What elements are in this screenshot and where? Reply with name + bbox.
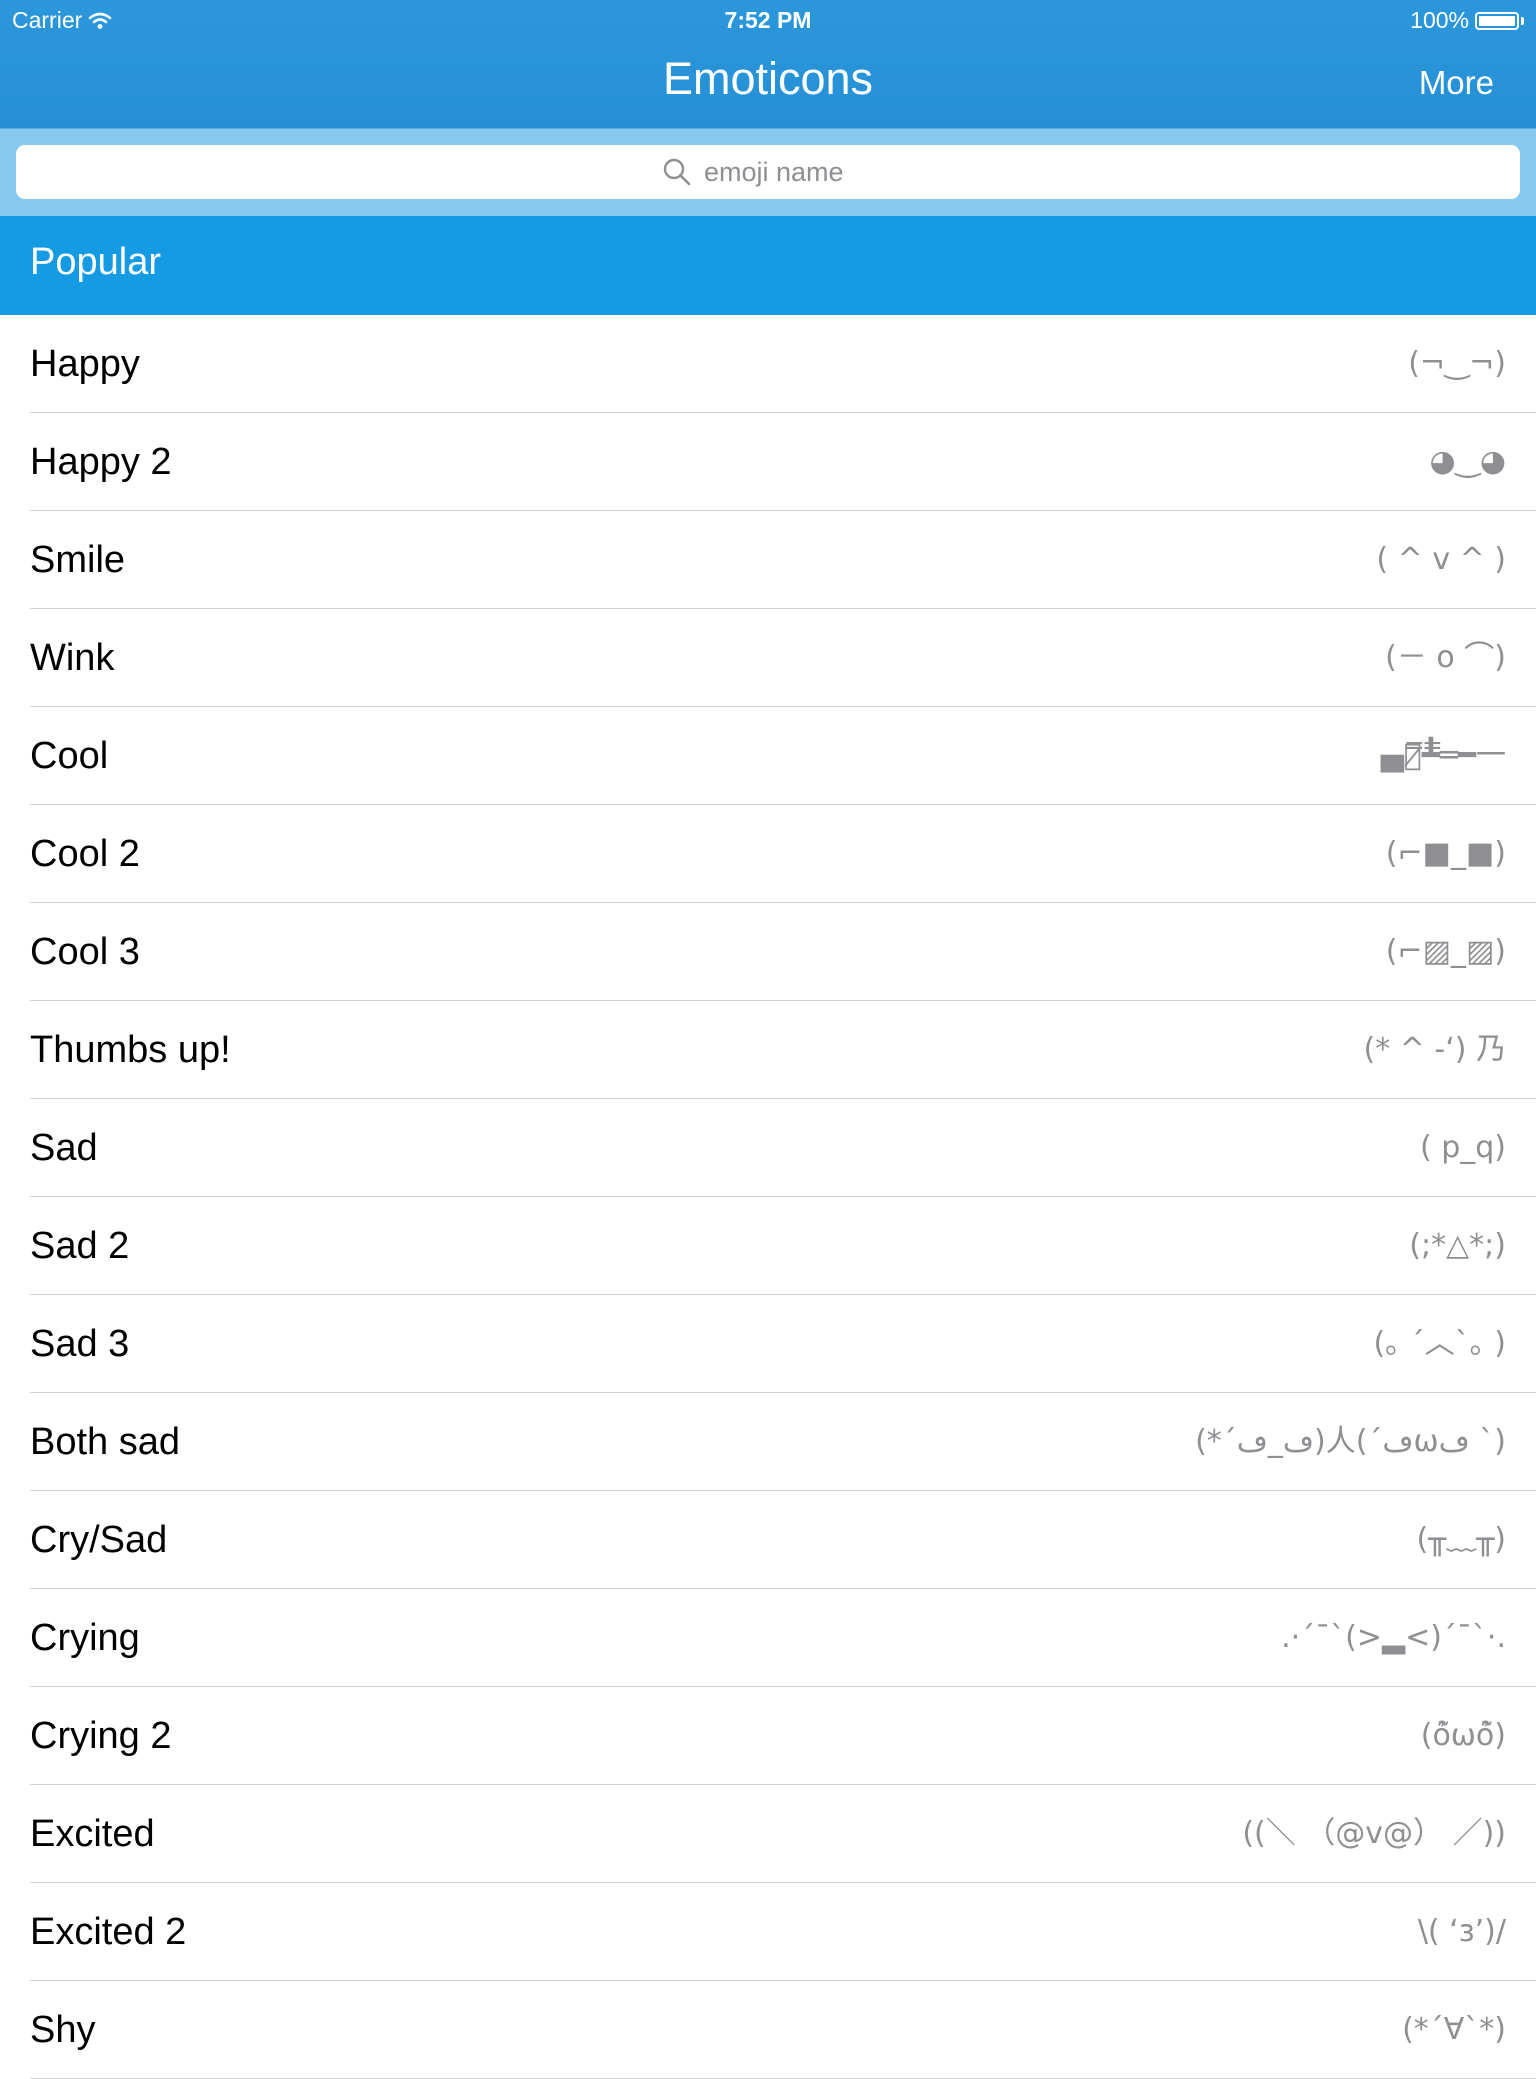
emoticon-name: Shy — [30, 2009, 96, 2051]
emoticon-value: (;*△*;) — [1409, 1228, 1506, 1263]
list-item[interactable]: Excited ((＼ （@v@） ／)) — [0, 1785, 1536, 1883]
emoticon-name: Sad — [30, 1127, 98, 1169]
emoticon-list: Happy (¬‿¬) Happy 2 ◕‿◕ Smile ( ^ v ^ ) Wink (－… — [0, 315, 1536, 2079]
navigation-header: Carrier 7:52 PM 100% Emoticons More — [0, 0, 1536, 128]
search-bar — [0, 128, 1536, 216]
page-title: Emoticons — [662, 53, 874, 104]
emoticon-name: Excited — [30, 1813, 155, 1855]
emoticon-name: Sad 2 — [30, 1225, 130, 1267]
list-item[interactable]: Sad 2 (;*△*;) — [0, 1197, 1536, 1295]
emoticon-value: (ỏ̃ωỏ̃) — [1420, 1718, 1506, 1753]
list-item[interactable]: Cool 3 (⌐▨_▨) — [0, 903, 1536, 1001]
battery-fill — [1479, 15, 1515, 26]
emoticon-name: Happy — [30, 343, 140, 385]
emoticon-value: ( p_q) — [1419, 1130, 1506, 1165]
battery-icon — [1475, 11, 1519, 30]
battery-indicator: 100% — [1410, 7, 1524, 34]
list-item[interactable]: Cool 2 (⌐■_■) — [0, 805, 1536, 903]
list-item[interactable]: Thumbs up! (* ^ -ʻ) 乃 — [0, 1001, 1536, 1099]
list-item[interactable]: Shy (*´∀`*) — [0, 1981, 1536, 2079]
emoticon-value: ( ^ v ^ ) — [1376, 542, 1506, 577]
emoticon-name: Sad 3 — [30, 1323, 130, 1365]
list-item[interactable]: Sad ( p_q) — [0, 1099, 1536, 1197]
search-field[interactable] — [16, 145, 1520, 199]
emoticon-value: ◕‿◕ — [1429, 444, 1506, 479]
status-bar: Carrier 7:52 PM 100% — [0, 0, 1536, 40]
list-item[interactable]: Happy (¬‿¬) — [0, 315, 1536, 413]
more-button[interactable]: More — [1419, 63, 1494, 103]
emoticon-value: ▄︻̷̿┻̿═━一 — [1380, 738, 1506, 773]
emoticon-name: Smile — [30, 539, 126, 581]
emoticon-name: Happy 2 — [30, 441, 172, 483]
emoticon-name: Excited 2 — [30, 1911, 187, 1953]
list-item[interactable]: Wink (－ o ⌒) — [0, 609, 1536, 707]
emoticon-value: (｡ ´︿`｡ ) — [1373, 1326, 1506, 1361]
list-item[interactable]: Smile ( ^ v ^ ) — [0, 511, 1536, 609]
emoticon-name: Both sad — [30, 1421, 180, 1463]
list-item[interactable]: Crying .·´¯`(>▂<)´¯`·. — [0, 1589, 1536, 1687]
list-item[interactable]: Sad 3 (｡ ´︿`｡ ) — [0, 1295, 1536, 1393]
list-item[interactable]: Both sad (*´ڡ_ڡ)人(´ڡωڡ `) — [0, 1393, 1536, 1491]
emoticon-name: Cool 2 — [30, 833, 140, 875]
emoticon-value: ((＼ （@v@） ／)) — [1242, 1816, 1506, 1851]
list-item[interactable]: Excited 2 \( ‘з’)/ — [0, 1883, 1536, 1981]
list-item[interactable]: Crying 2 (ỏ̃ωỏ̃) — [0, 1687, 1536, 1785]
emoticon-value: (⌐▨_▨) — [1385, 934, 1506, 969]
emoticon-value: (⌐■_■) — [1385, 836, 1506, 871]
emoticon-value: (*´∀`*) — [1402, 2012, 1506, 2047]
list-item[interactable]: Cool ▄︻̷̿┻̿═━一 — [0, 707, 1536, 805]
emoticon-value: \( ‘з’)/ — [1417, 1914, 1506, 1949]
emoticon-name: Crying — [30, 1617, 140, 1659]
emoticon-value: (－ o ⌒) — [1385, 640, 1506, 675]
emoticon-value: .·´¯`(>▂<)´¯`·. — [1281, 1620, 1506, 1655]
list-item[interactable]: Happy 2 ◕‿◕ — [0, 413, 1536, 511]
emoticon-value: (¬‿¬) — [1408, 346, 1506, 381]
search-icon — [663, 158, 691, 186]
emoticon-name: Crying 2 — [30, 1715, 172, 1757]
search-input[interactable] — [704, 156, 874, 188]
emoticon-name: Cool — [30, 735, 109, 777]
emoticon-value: (* ^ -ʻ) 乃 — [1363, 1032, 1506, 1067]
emoticon-value: (*´ڡ_ڡ)人(´ڡωڡ `) — [1195, 1424, 1506, 1459]
emoticon-name: Wink — [30, 637, 115, 679]
emoticon-name: Cry/Sad — [30, 1519, 168, 1561]
battery-tip — [1521, 16, 1524, 25]
emoticon-name: Thumbs up! — [30, 1029, 231, 1071]
list-item[interactable]: Cry/Sad (╥﹏╥) — [0, 1491, 1536, 1589]
emoticon-name: Cool 3 — [30, 931, 140, 973]
section-header-popular: Popular — [0, 216, 1536, 315]
status-time: 7:52 PM — [724, 7, 812, 33]
battery-percent: 100% — [1410, 7, 1469, 33]
emoticon-value: (╥﹏╥) — [1416, 1522, 1506, 1557]
